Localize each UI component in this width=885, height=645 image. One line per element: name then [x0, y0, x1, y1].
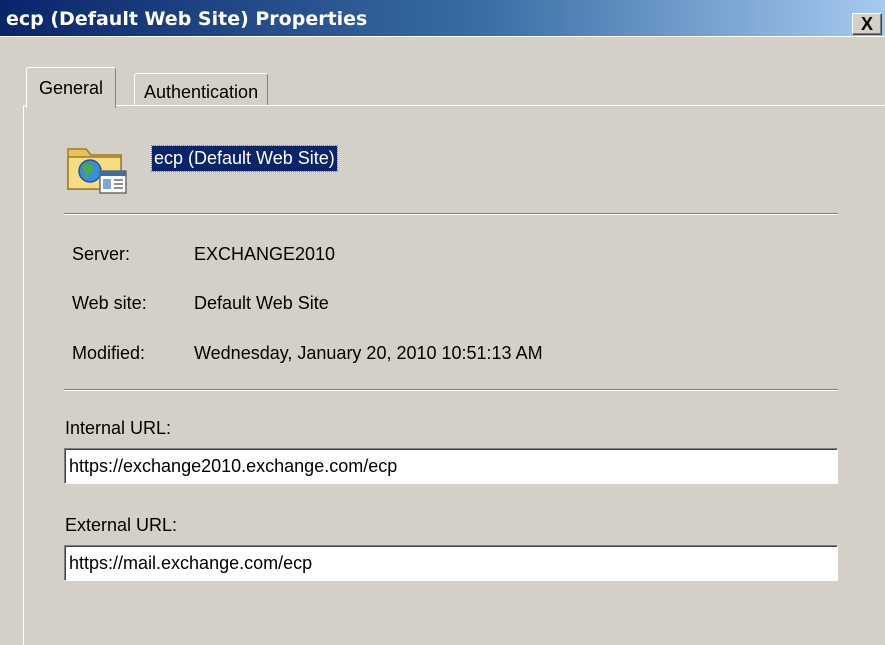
separator — [64, 213, 838, 215]
modified-label: Modified: — [72, 343, 146, 363]
tab-general-label: General — [39, 78, 104, 98]
server-value: EXCHANGE2010 — [194, 244, 336, 264]
website-value: Default Web Site — [194, 293, 329, 313]
website-label: Web site: — [72, 293, 147, 313]
external-url-label: External URL: — [65, 515, 178, 535]
server-label: Server: — [72, 244, 131, 264]
tab-general[interactable]: General — [26, 67, 117, 108]
modified-value: Wednesday, January 20, 2010 10:51:13 AM — [194, 343, 543, 363]
close-icon: X — [860, 14, 873, 34]
window-title: ecp (Default Web Site) Properties — [6, 8, 368, 30]
internal-url-label: Internal URL: — [65, 418, 172, 438]
web-folder-icon — [67, 148, 127, 194]
separator — [64, 389, 838, 391]
title-bar[interactable]: ecp (Default Web Site) Properties X — [0, 0, 885, 37]
close-button[interactable]: X — [852, 13, 882, 35]
internal-url-input[interactable] — [64, 448, 838, 484]
external-url-input[interactable] — [64, 545, 838, 581]
tab-authentication-label: Authentication — [144, 82, 259, 102]
object-name[interactable]: ecp (Default Web Site) — [151, 145, 338, 172]
